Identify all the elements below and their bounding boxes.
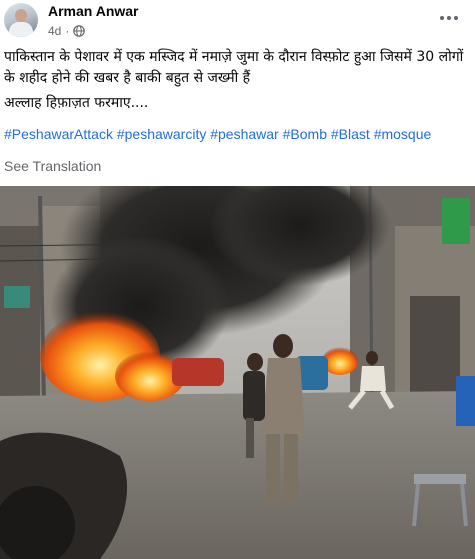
post-timestamp[interactable]: 4d — [48, 24, 61, 38]
more-options-icon[interactable] — [435, 8, 463, 28]
post-header: Arman Anwar 4d · — [0, 0, 475, 42]
hashtag-link[interactable]: #mosque — [374, 126, 432, 142]
hashtag-link[interactable]: #Blast — [331, 126, 370, 142]
avatar-head-shape — [15, 9, 27, 22]
meta-separator: · — [65, 24, 70, 38]
post-photo[interactable] — [0, 186, 475, 559]
dot-shape — [447, 16, 451, 20]
avatar-body-shape — [9, 22, 33, 37]
see-translation-link[interactable]: See Translation — [4, 158, 101, 174]
post-meta: 4d · — [48, 24, 86, 38]
hashtag-link[interactable]: #peshawarcity — [117, 126, 207, 142]
blast-scene-illustration — [0, 186, 475, 559]
post-text: पाकिस्तान के पेशावर में एक मस्जिद में नम… — [4, 47, 470, 114]
author-name[interactable]: Arman Anwar — [48, 3, 139, 19]
burning-car — [172, 358, 224, 386]
post-text-line: पाकिस्तान के पेशावर में एक मस्जिद में नम… — [4, 49, 464, 86]
hashtag-link[interactable]: #Bomb — [283, 126, 327, 142]
dot-shape — [440, 16, 444, 20]
blue-barrel — [456, 376, 475, 426]
avatar[interactable] — [4, 3, 38, 37]
hashtag-link[interactable]: #PeshawarAttack — [4, 126, 113, 142]
hashtag-list: #PeshawarAttack #peshawarcity #peshawar … — [4, 126, 474, 142]
globe-icon[interactable] — [73, 25, 86, 37]
post-text-line: अल्लाह हिफ़ाज़त फरमाए.... — [4, 95, 149, 111]
hashtag-link[interactable]: #peshawar — [210, 126, 279, 142]
facebook-post: Arman Anwar 4d · पाकिस्तान के पेशावर में… — [0, 0, 475, 559]
dot-shape — [454, 16, 458, 20]
